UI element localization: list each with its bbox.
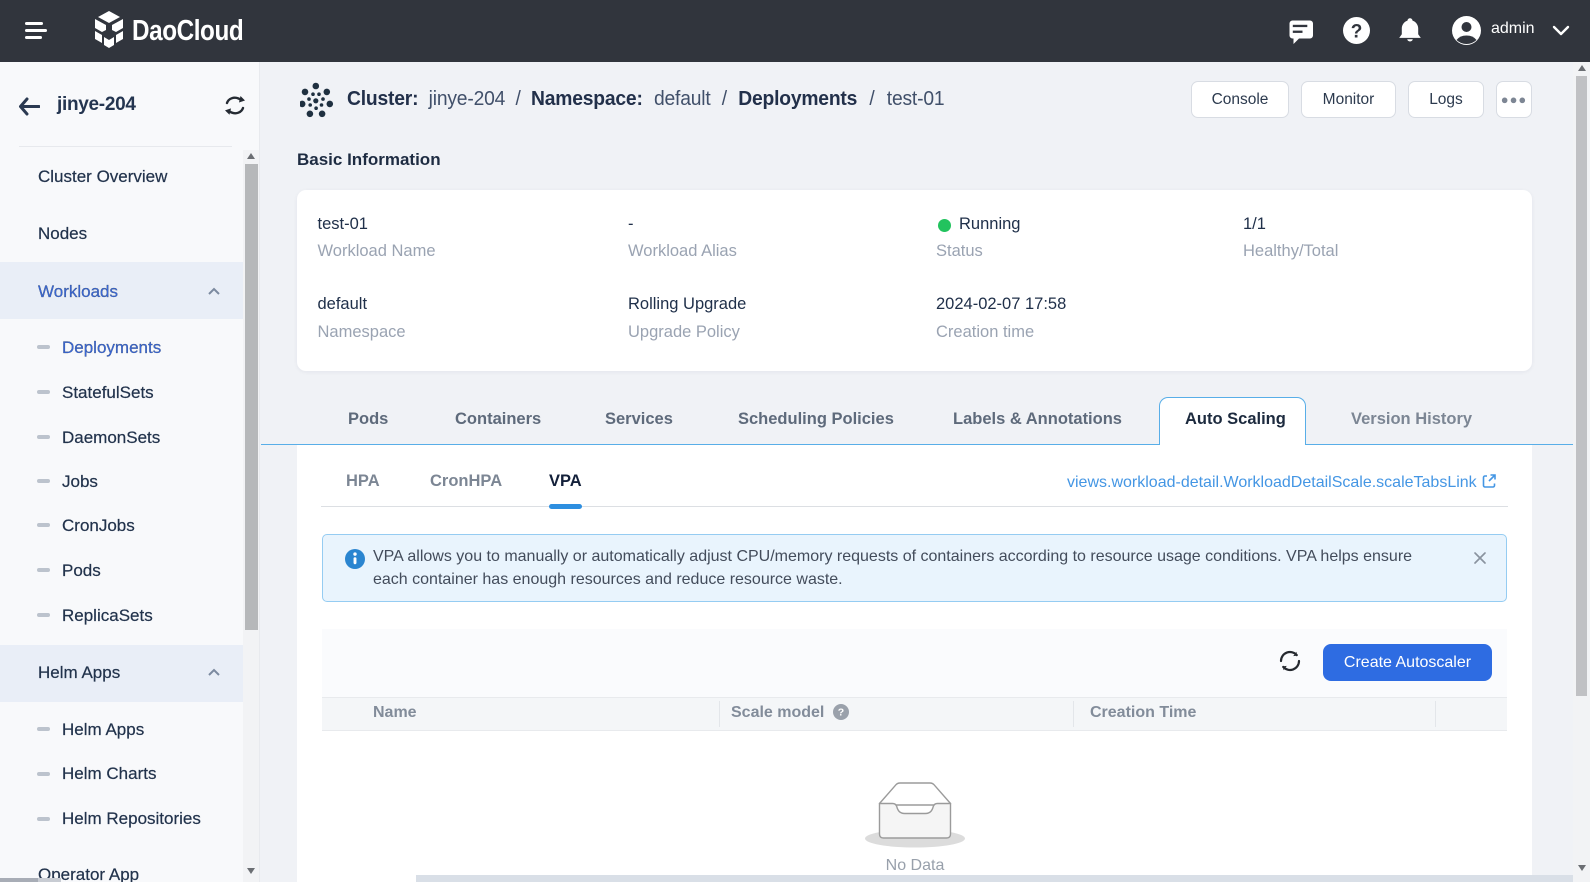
svg-text:?: ?	[838, 707, 844, 719]
svg-text:?: ?	[1351, 22, 1363, 43]
